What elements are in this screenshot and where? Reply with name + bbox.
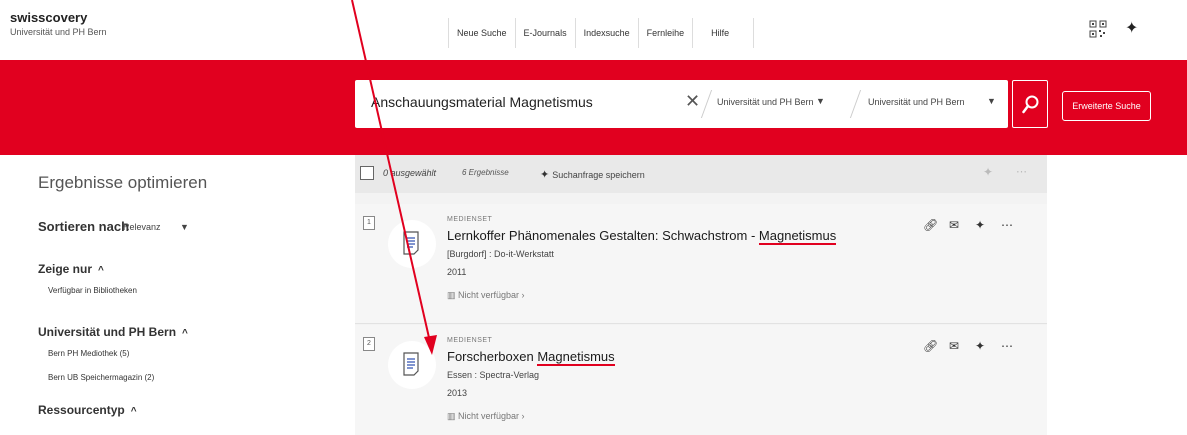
facets-title: Ergebnisse optimieren [38,173,208,192]
result-item[interactable]: 2 MEDIENSET Forscherboxen Magnetismus Es… [355,325,1047,435]
more-options-icon[interactable]: ⋯ [1001,218,1013,232]
chevron-up-icon: ^ [130,406,137,417]
qr-code-icon[interactable] [1089,20,1107,38]
nav-new-search[interactable]: Neue Suche [448,18,516,48]
facet-group-label: Universität und PH Bern [38,325,177,339]
facet-group-resource-type[interactable]: Ressourcentyp ^ [38,403,137,417]
result-title[interactable]: Forscherboxen Magnetismus [447,349,615,366]
pin-icon[interactable]: ✦ [983,165,993,179]
pin-icon[interactable]: ✦ [975,339,985,353]
record-actions: 🔗︎ ✉ ✦ ⋯ [923,218,1033,236]
scope-select-1[interactable]: Universität und PH Bern [717,97,814,107]
title-highlight: Magnetismus [537,349,615,366]
results-count: 6 Ergebnisse [462,168,509,177]
result-number[interactable]: 2 [363,337,375,351]
divider [700,90,713,118]
title-highlight: Magnetismus [758,228,837,245]
sort-select[interactable]: Relevanz [123,222,161,232]
publication-year: 2013 [447,388,468,398]
chevron-right-icon: › [519,290,525,300]
clear-search-icon[interactable]: ✕ [685,91,700,112]
search-box[interactable]: Anschauungsmaterial Magnetismus ✕ Univer… [355,80,1008,128]
results-list: 0 ausgewählt 6 Ergebnisse ✦ Suchanfrage s… [355,155,1047,435]
pin-icon: ✦ [540,169,550,181]
resource-type: MEDIENSET [447,337,493,344]
scope-select-2[interactable]: Universität und PH Bern [868,97,965,107]
more-options-icon[interactable]: ⋯ [1016,165,1027,178]
resource-type: MEDIENSET [447,216,493,223]
save-query-label: Suchanfrage speichern [552,170,645,180]
selected-count: 0 ausgewählt [383,168,437,178]
save-query-button[interactable]: ✦ Suchanfrage speichern [540,168,645,181]
facet-group-library[interactable]: Universität und PH Bern ^ [38,325,188,339]
facet-item[interactable]: Bern UB Speichermagazin (2) [48,373,154,382]
book-icon: ▥ [447,411,459,421]
availability-status: Nicht verfügbar [458,290,520,300]
search-icon [1022,95,1039,114]
chevron-up-icon: ^ [98,265,104,276]
top-navigation: Neue Suche E-Journals Indexsuche Fernlei… [448,18,755,48]
chevron-right-icon: › [519,411,525,421]
search-input[interactable]: Anschauungsmaterial Magnetismus [371,94,593,110]
facet-group-label: Zeige nur [38,262,93,276]
availability-link[interactable]: ▥ Nicht verfügbar › [447,411,525,422]
email-icon[interactable]: ✉ [949,339,959,353]
pin-icon[interactable]: ✦ [1125,18,1138,38]
facet-group-show-only[interactable]: Zeige nur ^ [38,262,104,276]
brand-name: swisscovery [10,10,88,25]
more-options-icon[interactable]: ⋯ [1001,339,1013,353]
publisher: [Burgdorf] : Do-it-Werkstatt [447,249,554,259]
document-icon [388,220,436,268]
sort-label: Sortieren nach [38,219,130,234]
availability-link[interactable]: ▥ Nicht verfügbar › [447,290,525,301]
search-button[interactable] [1012,80,1048,128]
facets-panel: Ergebnisse optimieren Sortieren nach Rel… [0,155,350,435]
link-icon[interactable]: 🔗︎ [923,218,938,232]
publisher: Essen : Spectra-Verlag [447,370,540,380]
select-all-checkbox[interactable] [360,166,374,180]
pin-icon[interactable]: ✦ [975,218,985,232]
result-title[interactable]: Lernkoffer Phänomenales Gestalten: Schwa… [447,228,837,245]
book-icon: ▥ [447,290,459,300]
facet-item[interactable]: Verfügbar in Bibliotheken [48,286,137,295]
advanced-search-button[interactable]: Erweiterte Suche [1062,91,1151,121]
nav-index-search[interactable]: Indexsuche [576,18,639,48]
brand-subtitle: Universität und PH Bern [10,27,107,37]
nav-interlibrary-loan[interactable]: Fernleihe [639,18,694,48]
result-item[interactable]: 1 MEDIENSET Lernkoffer Phänomenales Gest… [355,204,1047,324]
divider [849,90,862,118]
availability-status: Nicht verfügbar [458,411,520,421]
chevron-down-icon[interactable]: ▼ [816,96,825,106]
record-actions: 🔗︎ ✉ ✦ ⋯ [923,339,1033,357]
results-toolbar: 0 ausgewählt 6 Ergebnisse ✦ Suchanfrage s… [355,155,1047,193]
facet-group-label: Ressourcentyp [38,403,125,417]
chevron-down-icon[interactable]: ▼ [987,96,996,106]
result-number[interactable]: 1 [363,216,375,230]
brand-logo[interactable]: swisscovery Universität und PH Bern [10,10,107,37]
chevron-up-icon: ^ [182,328,188,339]
document-icon [388,341,436,389]
facet-item[interactable]: Bern PH Mediothek (5) [48,349,129,358]
nav-e-journals[interactable]: E-Journals [516,18,576,48]
nav-help[interactable]: Hilfe [693,18,755,48]
title-text: Lernkoffer Phänomenales Gestalten: Schwa… [447,228,759,243]
title-text: Forscherboxen [447,349,538,364]
link-icon[interactable]: 🔗︎ [923,339,938,353]
top-header: swisscovery Universität und PH Bern Neue… [0,0,1187,60]
search-band: Anschauungsmaterial Magnetismus ✕ Univer… [0,60,1187,155]
chevron-down-icon[interactable]: ▼ [180,222,189,232]
email-icon[interactable]: ✉ [949,218,959,232]
publication-year: 2011 [447,267,467,277]
